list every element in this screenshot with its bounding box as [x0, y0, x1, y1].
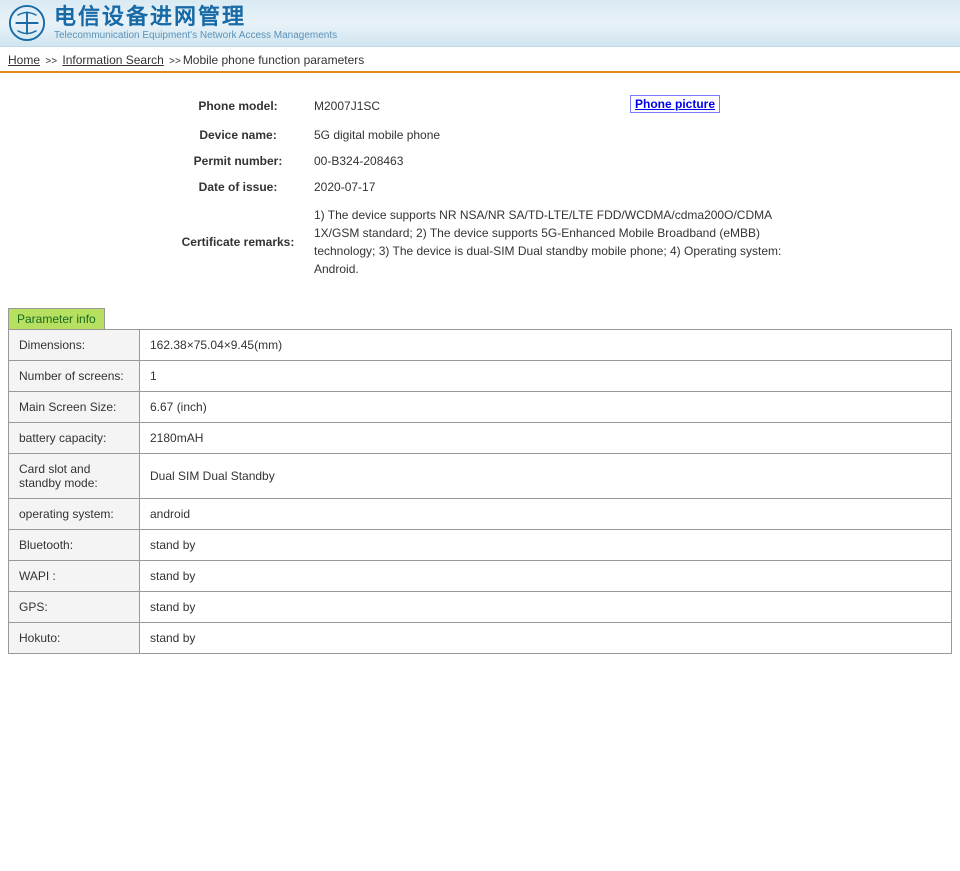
param-label: Card slot and standby mode: [9, 454, 140, 499]
param-value: stand by [140, 530, 952, 561]
param-value: 162.38×75.04×9.45(mm) [140, 330, 952, 361]
breadcrumb: Home >> Information Search >>Mobile phon… [0, 47, 960, 73]
param-value: stand by [140, 623, 952, 654]
device-name-label: Device name: [170, 122, 306, 148]
param-value: android [140, 499, 952, 530]
table-row: GPS:stand by [9, 592, 952, 623]
certificate-remarks-value: 1) The device supports NR NSA/NR SA/TD-L… [306, 200, 790, 284]
breadcrumb-current: Mobile phone function parameters [183, 53, 364, 67]
table-row: operating system:android [9, 499, 952, 530]
date-of-issue-value: 2020-07-17 [306, 174, 790, 200]
table-row: Hokuto:stand by [9, 623, 952, 654]
param-label: Dimensions: [9, 330, 140, 361]
certificate-remarks-label: Certificate remarks: [170, 200, 306, 284]
table-row: Main Screen Size:6.67 (inch) [9, 392, 952, 423]
param-value: stand by [140, 561, 952, 592]
table-row: Number of screens:1 [9, 361, 952, 392]
table-row: Dimensions:162.38×75.04×9.45(mm) [9, 330, 952, 361]
site-title-en: Telecommunication Equipment's Network Ac… [54, 30, 337, 41]
breadcrumb-home-link[interactable]: Home [8, 53, 40, 67]
param-value: Dual SIM Dual Standby [140, 454, 952, 499]
param-label: operating system: [9, 499, 140, 530]
site-title-cn: 电信设备进网管理 [54, 6, 337, 28]
table-row: battery capacity:2180mAH [9, 423, 952, 454]
param-label: Number of screens: [9, 361, 140, 392]
phone-model-value: M2007J1SC [306, 89, 622, 122]
param-label: battery capacity: [9, 423, 140, 454]
breadcrumb-separator: >> [167, 56, 183, 67]
device-details: Phone model: M2007J1SC Phone picture Dev… [170, 89, 790, 284]
site-header: 电信设备进网管理 Telecommunication Equipment's N… [0, 0, 960, 47]
date-of-issue-label: Date of issue: [170, 174, 306, 200]
param-label: Main Screen Size: [9, 392, 140, 423]
breadcrumb-search-link[interactable]: Information Search [62, 53, 163, 67]
permit-number-value: 00-B324-208463 [306, 148, 790, 174]
parameter-info-section: Parameter info Dimensions:162.38×75.04×9… [8, 308, 952, 654]
breadcrumb-separator: >> [43, 56, 59, 67]
permit-number-label: Permit number: [170, 148, 306, 174]
table-row: Card slot and standby mode:Dual SIM Dual… [9, 454, 952, 499]
param-value: 1 [140, 361, 952, 392]
table-row: WAPI :stand by [9, 561, 952, 592]
parameter-info-header: Parameter info [8, 308, 105, 329]
site-logo [8, 4, 46, 42]
device-name-value: 5G digital mobile phone [306, 122, 790, 148]
phone-picture-link[interactable]: Phone picture [630, 95, 720, 113]
param-value: 6.67 (inch) [140, 392, 952, 423]
phone-model-label: Phone model: [170, 89, 306, 122]
param-label: WAPI : [9, 561, 140, 592]
param-label: GPS: [9, 592, 140, 623]
param-value: stand by [140, 592, 952, 623]
table-row: Bluetooth:stand by [9, 530, 952, 561]
param-label: Bluetooth: [9, 530, 140, 561]
param-label: Hokuto: [9, 623, 140, 654]
parameter-table: Dimensions:162.38×75.04×9.45(mm)Number o… [8, 329, 952, 654]
param-value: 2180mAH [140, 423, 952, 454]
